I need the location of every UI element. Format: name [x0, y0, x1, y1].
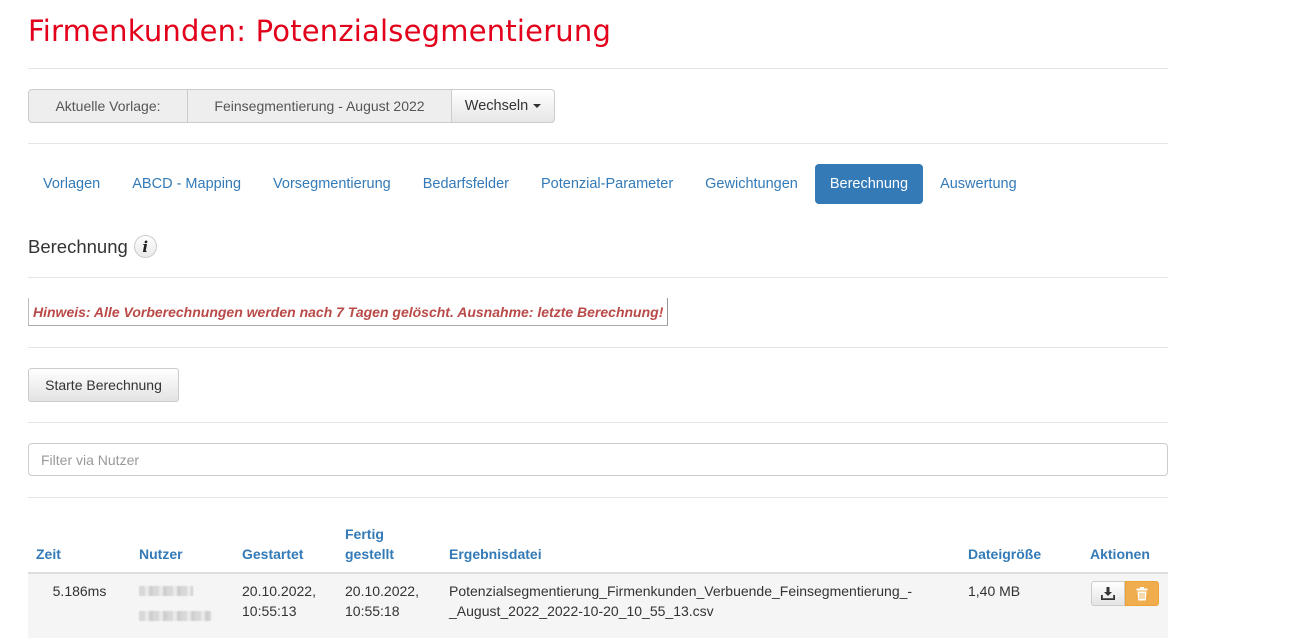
cell-dateigroesse: 1,40 MB	[960, 573, 1082, 638]
cell-gestartet-time: 10:55:13	[242, 603, 297, 619]
divider	[28, 347, 1168, 348]
redacted-text	[139, 586, 193, 596]
download-button[interactable]	[1091, 581, 1125, 606]
tab-berechnung[interactable]: Berechnung	[814, 164, 924, 204]
divider	[28, 143, 1168, 144]
download-icon	[1101, 587, 1115, 600]
user-filter-input[interactable]	[28, 443, 1168, 476]
redacted-text	[139, 611, 211, 621]
info-icon[interactable]: i	[133, 235, 157, 258]
results-table: Zeit Nutzer Gestartet Fertig gestellt Er…	[28, 518, 1168, 638]
header-gestartet[interactable]: Gestartet	[234, 518, 337, 574]
cell-nutzer-redacted	[131, 573, 234, 638]
row-actions	[1090, 581, 1160, 606]
cell-gestartet-date: 20.10.2022,	[242, 583, 316, 599]
tab-abcd-mapping[interactable]: ABCD - Mapping	[117, 164, 256, 204]
cell-fertig: 20.10.2022, 10:55:18	[337, 573, 441, 638]
divider	[28, 277, 1168, 278]
tab-bedarfsfelder[interactable]: Bedarfsfelder	[408, 164, 524, 204]
divider	[28, 497, 1168, 498]
header-zeit[interactable]: Zeit	[28, 518, 131, 574]
page-title: Firmenkunden: Potenzialsegmentierung	[28, 14, 612, 48]
header-fertig-line1: Fertig	[345, 526, 384, 542]
template-label: Aktuelle Vorlage:	[28, 89, 188, 123]
cell-fertig-time: 10:55:18	[345, 603, 400, 619]
tab-gewichtungen[interactable]: Gewichtungen	[690, 164, 813, 204]
header-aktionen: Aktionen	[1082, 518, 1168, 574]
delete-button[interactable]	[1125, 581, 1159, 606]
cell-ergebnisdatei: Potenzialsegmentierung_Firmenkunden_Verb…	[441, 573, 960, 638]
template-value: Feinsegmentierung - August 2022	[188, 89, 452, 123]
divider	[28, 68, 1168, 69]
tab-vorsegmentierung[interactable]: Vorsegmentierung	[258, 164, 406, 204]
cell-fertig-date: 20.10.2022,	[345, 583, 419, 599]
table-header-row: Zeit Nutzer Gestartet Fertig gestellt Er…	[28, 518, 1168, 574]
section-title-text: Berechnung	[28, 235, 128, 257]
section-title: Berechnung i	[28, 235, 157, 258]
divider	[28, 422, 1168, 423]
nav-tabs: Vorlagen ABCD - Mapping Vorsegmentierung…	[28, 164, 1034, 204]
header-fertig-line2: gestellt	[345, 546, 395, 562]
header-fertig-gestellt[interactable]: Fertig gestellt	[337, 518, 441, 574]
tab-auswertung[interactable]: Auswertung	[925, 164, 1032, 204]
header-nutzer[interactable]: Nutzer	[131, 518, 234, 574]
caret-down-icon	[533, 104, 542, 108]
cell-datei-line1: Potenzialsegmentierung_Firmenkunden_Verb…	[449, 583, 913, 599]
header-dateigroesse[interactable]: Dateigröße	[960, 518, 1082, 574]
start-calculation-button[interactable]: Starte Berechnung	[28, 368, 179, 402]
cell-gestartet: 20.10.2022, 10:55:13	[234, 573, 337, 638]
cell-zeit: 5.186ms	[28, 573, 131, 638]
header-ergebnisdatei[interactable]: Ergebnisdatei	[441, 518, 960, 574]
hint-message: Hinweis: Alle Vorberechnungen werden nac…	[28, 298, 669, 326]
switch-template-label: Wechseln	[464, 98, 529, 114]
template-selector: Aktuelle Vorlage: Feinsegmentierung - Au…	[28, 89, 555, 123]
tab-vorlagen[interactable]: Vorlagen	[28, 164, 115, 204]
cell-aktionen	[1082, 573, 1168, 638]
table-row: 5.186ms 20.10.2022, 10:55:13 20.10.2022,…	[28, 573, 1168, 638]
switch-template-button[interactable]: Wechseln	[452, 89, 555, 123]
trash-icon	[1136, 586, 1148, 600]
cell-datei-line2: _August_2022_2022-10-20_10_55_13.csv	[449, 603, 714, 619]
tab-potenzial-parameter[interactable]: Potenzial-Parameter	[526, 164, 688, 204]
